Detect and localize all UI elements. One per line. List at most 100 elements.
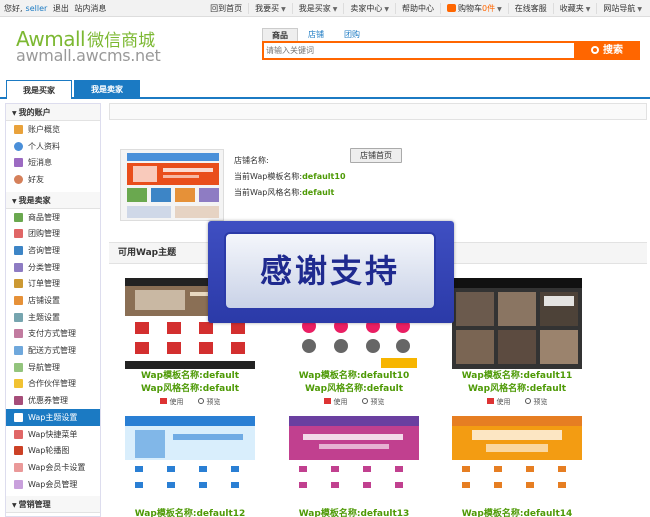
sidebar-item-shipping[interactable]: 配送方式管理	[6, 342, 100, 359]
sidebar-item-group-buy[interactable]: 团购管理	[6, 225, 100, 242]
theme-card: Wap模板名称:default14	[452, 416, 582, 517]
preview-theme-button[interactable]: 预览	[524, 397, 548, 407]
messages-link[interactable]: 站内消息	[74, 4, 106, 13]
cart-link[interactable]: 购物车0件 ▼	[440, 3, 508, 14]
top-nav-4[interactable]: 帮助中心	[395, 3, 440, 14]
cart-unit: 件	[487, 4, 496, 13]
preview-theme-button[interactable]: 预览	[361, 397, 385, 407]
sidebar-item-navigation[interactable]: 导航管理	[6, 359, 100, 376]
thanks-banner: 感谢支持	[208, 221, 454, 323]
chevron-down-icon: ▼	[332, 6, 338, 13]
sidebar-item-wap-card[interactable]: Wap会员卡设置	[6, 459, 100, 476]
top-nav-label: 回到首页	[210, 4, 243, 13]
house-icon	[14, 124, 23, 134]
theme-preview-image[interactable]	[125, 416, 255, 507]
search-tab-shop[interactable]: 店铺	[298, 28, 334, 41]
theme-style-label: Wap风格名称:	[304, 384, 367, 394]
top-nav-1[interactable]: 我要买 ▼	[248, 3, 292, 14]
shop-info-text: 店铺名称: 当前Wap模板名称:default10 当前Wap风格名称:defa…	[234, 153, 346, 201]
partner-icon	[14, 379, 23, 389]
flag-icon	[486, 398, 494, 404]
sidebar-item-wap-theme[interactable]: Wap主题设置	[6, 409, 100, 426]
sidebar-account-title: ▼ 我的账户	[6, 104, 100, 121]
sidebar-item-house[interactable]: 账户概览	[6, 121, 100, 138]
shop-icon	[14, 296, 23, 306]
theme-template-label: Wap模板名称:	[298, 509, 361, 517]
preview-theme-button[interactable]: 预览	[197, 397, 221, 407]
sidebar-item-wap-slide[interactable]: Wap轮播图	[6, 442, 100, 459]
top-nav-6[interactable]: 收藏夹 ▼	[552, 3, 597, 14]
top-bar: 您好, seller 退出 站内消息 回到首页 我要买 ▼ 我是买家 ▼ 卖家中心 ▼ 帮助中心…	[0, 0, 650, 17]
sidebar-item-label: 合作伙伴管理	[28, 379, 76, 389]
sidebar-item-wap-member[interactable]: Wap会员管理	[6, 476, 100, 493]
sidebar-seller-title: ▼ 我是卖家	[6, 191, 100, 209]
shop-name-row: 店铺名称:	[234, 153, 346, 169]
sidebar-item-theme[interactable]: 主题设置	[6, 309, 100, 326]
order-icon	[14, 279, 23, 289]
sidebar-item-person[interactable]: 个人资料	[6, 138, 100, 155]
sidebar-item-label: 店铺设置	[28, 296, 60, 306]
theme-preview-image[interactable]	[289, 416, 419, 507]
search-input[interactable]	[266, 44, 572, 57]
username-link[interactable]: seller	[26, 4, 48, 13]
logout-link[interactable]: 退出	[53, 4, 69, 13]
sidebar-item-coupon[interactable]: 优惠券管理	[6, 392, 100, 409]
thanks-banner-text: 感谢支持	[224, 232, 436, 310]
top-nav-label: 卖家中心	[350, 4, 383, 13]
theme-card: Wap模板名称:default11 Wap风格名称:default 使用 预览	[452, 278, 582, 407]
use-theme-button[interactable]: 使用	[486, 397, 511, 407]
search-tab-groupbuy[interactable]: 团购	[334, 28, 370, 41]
tab-buyer[interactable]: 我是买家	[6, 80, 72, 99]
sidebar-item-category[interactable]: 分类管理	[6, 259, 100, 276]
theme-card: Wap模板名称:default13	[289, 416, 419, 517]
style-label: 当前Wap风格名称:	[234, 188, 303, 197]
theme-template-label: Wap模板名称:	[140, 371, 203, 381]
search-tabs: 商品 店铺 团购	[262, 28, 370, 41]
search-icon	[591, 46, 599, 54]
sidebar-item-message[interactable]: 短消息	[6, 154, 100, 171]
shop-name-label: 店铺名称:	[234, 156, 269, 165]
sidebar-item-consult[interactable]: 咨询管理	[6, 242, 100, 259]
theme-template-value: default12	[196, 509, 246, 517]
tab-seller[interactable]: 我是卖家	[74, 80, 140, 99]
sidebar-item-payment[interactable]: 支付方式管理	[6, 326, 100, 343]
sidebar-item-friends[interactable]: 好友	[6, 171, 100, 188]
top-nav-3[interactable]: 卖家中心 ▼	[343, 3, 395, 14]
logo-url: awmall.awcms.net	[16, 46, 161, 65]
theme-preview-image[interactable]	[452, 416, 582, 507]
sidebar-item-goods[interactable]: 商品管理	[6, 209, 100, 226]
use-theme-button[interactable]: 使用	[323, 397, 348, 407]
use-theme-button[interactable]: 使用	[159, 397, 184, 407]
preview-label: 预览	[370, 398, 385, 406]
theme-style-value: default	[366, 384, 404, 394]
sidebar-item-order[interactable]: 订单管理	[6, 276, 100, 293]
top-nav-5[interactable]: 在线客服	[507, 3, 553, 14]
sidebar-item-label: Wap会员卡设置	[28, 462, 86, 472]
cart-label: 购物车	[458, 4, 483, 13]
sidebar-item-label: 主题设置	[28, 312, 60, 322]
sidebar-item-partner[interactable]: 合作伙伴管理	[6, 376, 100, 393]
top-nav-0[interactable]: 回到首页	[204, 3, 248, 14]
template-row: 当前Wap模板名称:default10	[234, 169, 346, 185]
shop-home-button[interactable]: 店铺首页	[350, 148, 402, 163]
collapse-triangle-icon: ▼	[12, 502, 17, 510]
top-nav-7[interactable]: 网站导航 ▼	[596, 3, 648, 14]
search-button[interactable]: 搜索	[574, 41, 640, 60]
search-box: 搜索	[262, 41, 640, 60]
top-nav-2[interactable]: 我是买家 ▼	[291, 3, 344, 14]
sidebar-account: ▼ 我的账户 账户概览 个人资料短消息好友	[6, 104, 100, 188]
style-value: default	[302, 188, 335, 197]
section-title-text: 我的账户	[18, 108, 51, 117]
section-title-text: 营销管理	[18, 500, 51, 510]
theme-template-value: default14	[523, 509, 573, 517]
search-tab-goods[interactable]: 商品	[262, 28, 298, 41]
sidebar-item-label: Wap轮播图	[28, 446, 70, 456]
sidebar-item-label: 短消息	[28, 158, 52, 168]
sidebar-item-wap-menu[interactable]: Wap快捷菜单	[6, 426, 100, 443]
sidebar-item-shop[interactable]: 店铺设置	[6, 292, 100, 309]
use-label: 使用	[496, 398, 511, 406]
group-buy-icon	[14, 229, 23, 239]
theme-preview-image[interactable]	[452, 278, 582, 369]
sidebar-item-label: Wap会员管理	[28, 479, 78, 489]
wap-slide-icon	[14, 446, 23, 456]
